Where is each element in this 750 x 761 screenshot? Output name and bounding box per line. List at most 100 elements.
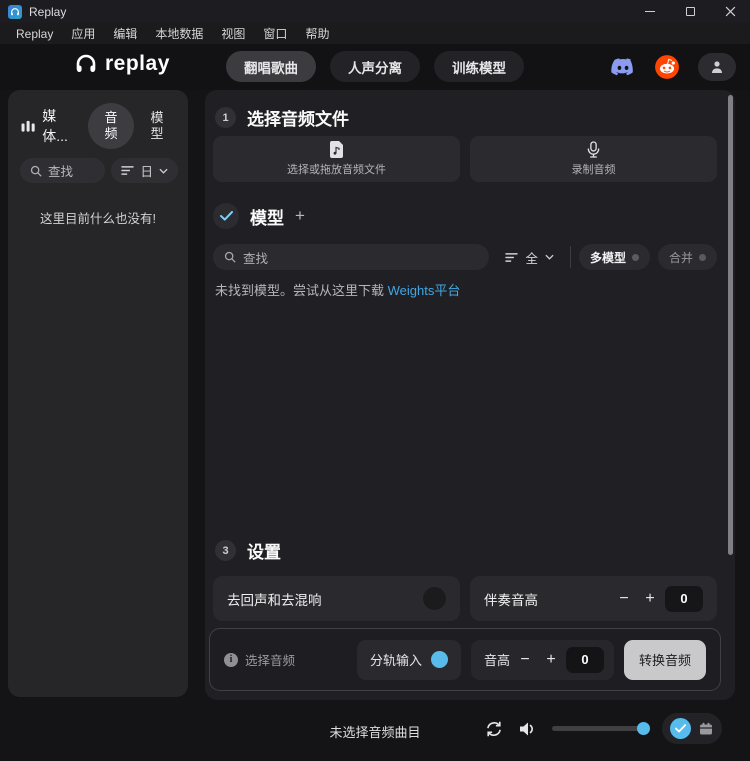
tab-vocal-separation[interactable]: 人声分离 — [330, 51, 420, 82]
volume-icon[interactable] — [518, 720, 538, 738]
info-icon — [224, 653, 238, 667]
tab-cover-song[interactable]: 翻唱歌曲 — [226, 51, 316, 82]
sidebar-sort-dropdown[interactable]: 日 — [111, 158, 178, 183]
search-icon — [30, 165, 42, 177]
close-icon — [725, 6, 736, 17]
chevron-down-icon — [545, 254, 554, 260]
pitch-increase-button[interactable]: + — [540, 648, 562, 672]
choose-audio-file-label: 选择或拖放音频文件 — [287, 161, 386, 177]
accompaniment-pitch-value[interactable]: 0 — [665, 586, 703, 612]
deecho-setting-card: 去回声和去混响 — [213, 576, 460, 621]
step2-check-circle — [213, 203, 239, 229]
pitch-increase-button[interactable]: + — [639, 587, 661, 611]
accompaniment-pitch-label: 伴奏音高 — [484, 589, 538, 609]
search-icon — [224, 251, 236, 263]
convert-audio-button[interactable]: 转换音频 — [624, 640, 706, 680]
main-panel: 1 选择音频文件 选择或拖放音频文件 录制音频 模型 + 查找 — [205, 90, 735, 700]
model-toggle-label: 模型 — [148, 110, 166, 141]
music-file-icon — [330, 141, 344, 158]
record-audio-label: 录制音频 — [572, 161, 616, 177]
audio-toggle-label: 音频 — [102, 110, 120, 141]
pitch-label: 音高 — [484, 650, 510, 669]
menu-item-view[interactable]: 视图 — [212, 25, 254, 42]
choose-audio-file-button[interactable]: 选择或拖放音频文件 — [213, 136, 460, 182]
microphone-icon — [586, 141, 601, 158]
media-sidebar: 媒体... 音频 模型 查找 日 这里目前什么也没有! — [8, 90, 188, 697]
step3-title: 设置 — [247, 538, 281, 563]
accompaniment-pitch-card: 伴奏音高 − + 0 — [470, 576, 717, 621]
convert-action-bar: 选择音频 分轨输入 音高 − + 0 转换音频 — [209, 628, 721, 691]
model-filter-dropdown[interactable]: 全 — [497, 244, 562, 270]
maximize-icon — [686, 7, 695, 16]
multi-model-toggle[interactable]: 多模型 — [579, 244, 650, 270]
deecho-label: 去回声和去混响 — [227, 589, 322, 609]
sidebar-toggle-model[interactable]: 模型 — [134, 103, 180, 149]
add-model-button[interactable]: + — [295, 206, 305, 226]
task-complete-icon — [670, 718, 691, 739]
model-search-placeholder: 查找 — [243, 248, 268, 267]
no-models-text: 未找到模型。尝试从这里下载 Weights平台 — [215, 280, 460, 299]
step1-title: 选择音频文件 — [247, 105, 349, 130]
step2-title: 模型 — [250, 204, 284, 229]
player-bar: 未选择音频曲目 — [0, 700, 750, 761]
multi-model-label: 多模型 — [590, 249, 626, 266]
queue-icon — [698, 721, 714, 737]
loop-icon[interactable] — [484, 719, 504, 739]
menu-item-local-data[interactable]: 本地数据 — [146, 25, 212, 42]
tab-train-model[interactable]: 训练模型 — [434, 51, 524, 82]
sidebar-empty-text: 这里目前什么也没有! — [8, 208, 188, 227]
split-input-toggle[interactable]: 分轨输入 — [357, 640, 461, 680]
status-dot — [632, 254, 639, 261]
app-window: Replay Replay 应用 编辑 本地数据 视图 窗口 帮助 replay… — [0, 0, 750, 761]
sort-icon — [505, 252, 518, 263]
scrollbar[interactable] — [728, 95, 733, 555]
menu-item-edit[interactable]: 编辑 — [104, 25, 146, 42]
no-models-message: 未找到模型。尝试从这里下载 — [215, 283, 388, 298]
discord-icon[interactable] — [610, 54, 636, 80]
menu-item-help[interactable]: 帮助 — [296, 25, 338, 42]
sidebar-search-input[interactable]: 查找 — [20, 158, 105, 183]
media-section-label: 媒体... — [20, 106, 80, 146]
chevron-down-icon — [159, 168, 168, 174]
reddit-icon[interactable] — [654, 54, 680, 80]
app-icon — [8, 5, 22, 19]
task-status-pill[interactable] — [662, 713, 722, 744]
record-audio-button[interactable]: 录制音频 — [470, 136, 717, 182]
divider — [570, 246, 571, 268]
media-label: 媒体... — [42, 106, 80, 146]
deecho-toggle[interactable] — [423, 587, 446, 610]
merge-toggle[interactable]: 合并 — [658, 244, 717, 270]
user-icon — [709, 59, 725, 75]
volume-slider-thumb[interactable] — [637, 722, 650, 735]
window-title: Replay — [29, 5, 66, 19]
app-header: replay 翻唱歌曲 人声分离 训练模型 — [0, 44, 750, 90]
volume-slider[interactable] — [552, 726, 648, 731]
sidebar-toggle-audio[interactable]: 音频 — [88, 103, 134, 149]
weights-link[interactable]: Weights平台 — [388, 283, 461, 298]
media-bars-icon — [20, 118, 36, 135]
sidebar-search-placeholder: 查找 — [48, 161, 73, 180]
pitch-decrease-button[interactable]: − — [613, 587, 635, 611]
check-icon — [220, 211, 233, 221]
sidebar-sort-label: 日 — [140, 161, 153, 180]
pitch-value[interactable]: 0 — [566, 647, 604, 673]
minimize-button[interactable] — [630, 0, 670, 23]
split-input-label: 分轨输入 — [370, 650, 422, 669]
menu-item-window[interactable]: 窗口 — [254, 25, 296, 42]
sort-icon — [121, 165, 134, 176]
menu-item-replay[interactable]: Replay — [7, 27, 62, 41]
menu-bar: Replay 应用 编辑 本地数据 视图 窗口 帮助 — [0, 23, 750, 44]
merge-label: 合并 — [669, 249, 693, 266]
menu-item-app[interactable]: 应用 — [62, 25, 104, 42]
toggle-on-indicator — [431, 651, 448, 668]
user-profile-button[interactable] — [698, 53, 736, 81]
model-filter-label: 全 — [525, 248, 538, 267]
model-search-input[interactable]: 查找 — [213, 244, 489, 270]
title-bar: Replay — [0, 0, 750, 23]
close-button[interactable] — [710, 0, 750, 23]
maximize-button[interactable] — [670, 0, 710, 23]
status-dot — [699, 254, 706, 261]
pitch-control-group: 音高 − + 0 — [471, 640, 614, 680]
pitch-decrease-button[interactable]: − — [514, 648, 536, 672]
select-audio-hint: 选择音频 — [245, 650, 295, 669]
